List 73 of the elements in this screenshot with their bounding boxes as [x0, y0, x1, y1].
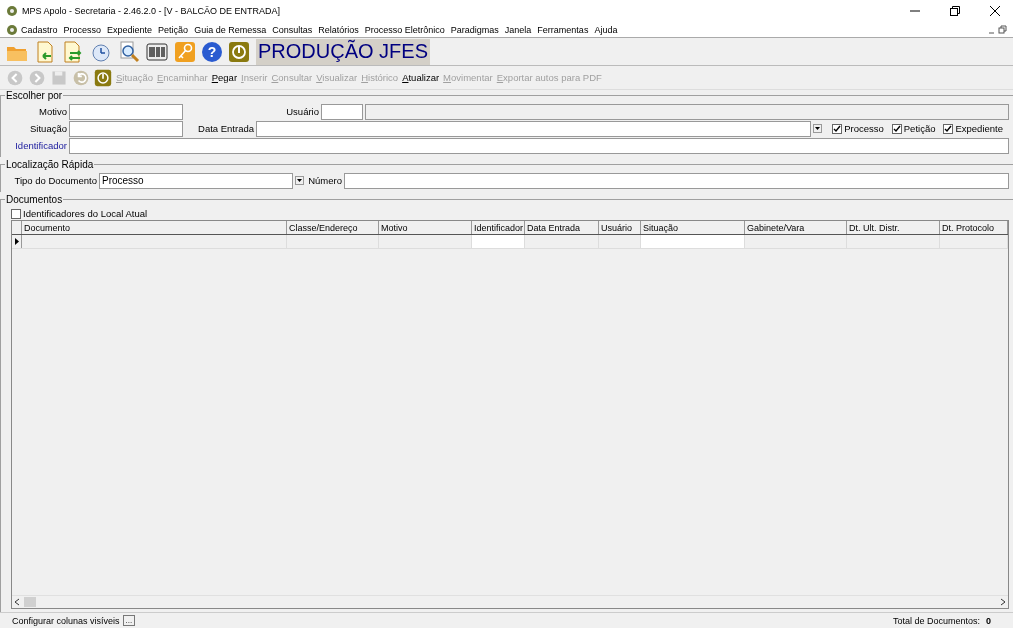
menu-item[interactable]: Cadastro [18, 24, 61, 35]
menu-item[interactable]: Janela [501, 24, 535, 35]
document-arrow-icon[interactable] [34, 40, 56, 63]
app-icon[interactable] [6, 23, 18, 36]
menu-item[interactable]: Consultas [269, 24, 316, 35]
menu-item[interactable]: Relatórios [315, 24, 362, 35]
field-label: Tipo do Documento [13, 175, 97, 186]
scrollbar-thumb[interactable] [24, 597, 36, 607]
column-header[interactable]: Documento [22, 221, 287, 234]
field-label: Usuário [285, 106, 319, 117]
documents-arrows-icon[interactable] [62, 40, 84, 63]
group-title: Escolher por [5, 90, 64, 101]
menu-item[interactable]: Petição [155, 24, 192, 35]
toolbar-link[interactable]: Atualizar [402, 72, 440, 83]
checkbox[interactable] [891, 123, 902, 134]
field-label: Identificador [14, 140, 67, 151]
total-count: 0 [986, 615, 991, 626]
group-title: Documentos [5, 194, 64, 205]
menu-item[interactable]: Processo Eletrônico [361, 24, 448, 35]
checkbox[interactable] [832, 123, 843, 134]
situacao-field[interactable] [69, 120, 183, 137]
document-type-combo[interactable]: Processo [99, 172, 293, 189]
barcode-icon[interactable] [146, 40, 168, 63]
field-label: Data Entrada [197, 123, 254, 134]
scroll-left-icon[interactable] [14, 598, 20, 606]
menu-item[interactable]: Processo [60, 24, 105, 35]
power-icon[interactable] [228, 40, 250, 63]
scroll-right-icon[interactable] [1000, 598, 1006, 606]
child-restore-icon[interactable] [997, 24, 1009, 35]
restore-icon[interactable] [950, 6, 960, 16]
number-field[interactable] [344, 172, 1009, 189]
field-label: Situação [29, 123, 67, 134]
field-label: Motivo [38, 106, 67, 117]
total-label: Total de Documentos: [892, 615, 980, 626]
configure-columns-button[interactable]: ... [122, 615, 136, 626]
checkbox-label: Petição [903, 123, 936, 134]
column-header[interactable]: Usuário [599, 221, 641, 234]
magnifier-icon[interactable] [118, 40, 140, 63]
menu-item[interactable]: Paradigmas [447, 24, 502, 35]
checkbox[interactable] [943, 123, 954, 134]
toolbar-link[interactable]: Pegar [211, 72, 238, 83]
key-icon[interactable] [174, 40, 196, 63]
checkbox-label: Processo [844, 123, 884, 134]
field-label: Número [307, 175, 342, 186]
caret-icon[interactable] [813, 124, 823, 133]
window-title: MPS Apolo - Secretaria - 2.46.2.0 - [V - BALCÃO DE ENTRADA] [22, 6, 282, 16]
close-icon[interactable] [990, 6, 1000, 16]
menu-item[interactable]: Ajuda [591, 24, 621, 35]
help-icon[interactable]: ? [202, 41, 222, 62]
column-header[interactable]: Classe/Endereço [287, 221, 379, 234]
menu-item[interactable]: Guia de Remessa [191, 24, 270, 35]
menu-item[interactable]: Ferramentas [534, 24, 592, 35]
configure-columns-label: Configurar colunas visíveis [12, 615, 120, 626]
column-header[interactable]: Motivo [379, 221, 472, 234]
column-header[interactable]: Gabinete/Vara [745, 221, 847, 234]
identificador-field[interactable] [69, 137, 1009, 154]
checkbox[interactable] [11, 208, 21, 219]
user-code-field[interactable] [321, 103, 363, 120]
checkbox-label: Expediente [955, 123, 1003, 134]
group-title: Localização Rápida [5, 159, 95, 170]
row-pointer-icon [14, 238, 19, 245]
environment-banner: PRODUÇÃO JFES [256, 38, 431, 65]
caret-icon[interactable] [295, 176, 304, 185]
motivo-field[interactable] [69, 103, 183, 120]
column-header[interactable]: Data Entrada [525, 221, 599, 234]
column-header[interactable]: Identificador [472, 221, 525, 234]
app-icon [6, 5, 18, 17]
column-header[interactable]: Situação [641, 221, 745, 234]
column-header[interactable]: Dt. Ult. Distr. [847, 221, 940, 234]
power-icon[interactable] [94, 68, 112, 87]
column-header[interactable]: Dt. Protocolo [940, 221, 1008, 234]
checkbox-label: Identificadores do Local Atual [23, 208, 148, 219]
menu-item[interactable]: Expediente [104, 24, 156, 35]
